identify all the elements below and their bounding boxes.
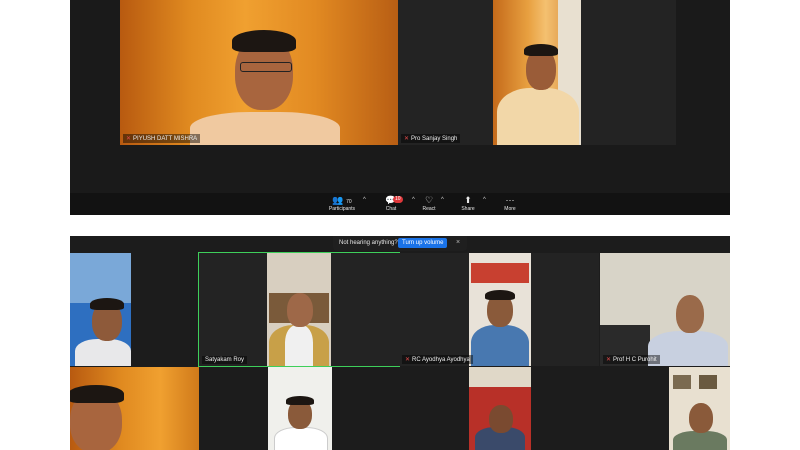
participant-video: [70, 253, 131, 366]
close-icon[interactable]: ×: [456, 239, 460, 246]
video-tile-satyakam[interactable]: Satyakam Roy: [198, 252, 400, 367]
video-tile-sanjay[interactable]: ✕ Pro Sanjay Singh: [398, 0, 676, 145]
muted-mic-icon: ✕: [404, 136, 410, 142]
video-tile[interactable]: [70, 367, 199, 450]
participant-video: [669, 367, 730, 450]
participant-video: [600, 253, 730, 366]
participant-video: [120, 0, 398, 145]
participant-video: [268, 367, 332, 450]
participant-video: [469, 253, 531, 366]
turn-up-volume-button[interactable]: Turn up volume: [398, 238, 448, 248]
participants-button[interactable]: 👥 70 Participants: [322, 195, 362, 212]
muted-mic-icon: ✕: [606, 357, 612, 363]
more-icon: ⋯: [505, 195, 515, 205]
participant-video: [70, 367, 199, 450]
bottom-meeting-window: Not hearing anything? Turn up volume × S…: [70, 236, 730, 450]
chat-button[interactable]: 💬 10 Chat: [371, 195, 411, 212]
chat-icon: 💬: [385, 195, 397, 205]
participant-name-tag: ✕ PIYUSH DATT MISHRA: [123, 134, 201, 143]
participant-name-tag: ✕ RC Ayodhya Ayodhya: [402, 355, 473, 364]
chevron-up-icon[interactable]: ^: [483, 197, 486, 203]
share-screen-icon: ⬆: [464, 195, 472, 205]
participants-icon: 👥 70: [332, 195, 352, 205]
chevron-up-icon[interactable]: ^: [363, 197, 366, 203]
video-tile[interactable]: [469, 367, 531, 450]
top-meeting-window: ✕ PIYUSH DATT MISHRA ✕ Pro Sanjay Singh 👥 …: [70, 0, 730, 215]
share-button[interactable]: ⬆ Share: [448, 195, 488, 212]
video-tile-hc-purohit[interactable]: ✕ Prof H C Purohit: [600, 253, 730, 366]
video-tile[interactable]: [268, 367, 332, 450]
participant-video: [267, 253, 331, 366]
video-tile-piyush[interactable]: ✕ PIYUSH DATT MISHRA: [120, 0, 398, 145]
meeting-toolbar: 👥 70 Participants ^ 💬 10 Chat ^ ♡ React …: [70, 193, 730, 215]
participant-name-tag: ✕ Prof H C Purohit: [603, 355, 660, 364]
chat-badge: 10: [393, 196, 403, 203]
muted-mic-icon: ✕: [405, 357, 411, 363]
chevron-up-icon[interactable]: ^: [441, 197, 444, 203]
participant-video: [469, 367, 531, 450]
more-button[interactable]: ⋯ More: [490, 195, 530, 212]
participant-video: [493, 0, 581, 145]
audio-notice: Not hearing anything? Turn up volume ×: [333, 236, 467, 251]
muted-mic-icon: ✕: [126, 136, 132, 142]
participant-name-tag: Satyakam Roy: [202, 356, 248, 364]
video-tile[interactable]: [669, 367, 730, 450]
video-tile-rc-ayodhya[interactable]: ✕ RC Ayodhya Ayodhya: [399, 253, 599, 366]
video-tile[interactable]: [70, 253, 131, 366]
participant-name-tag: ✕ Pro Sanjay Singh: [401, 134, 461, 143]
